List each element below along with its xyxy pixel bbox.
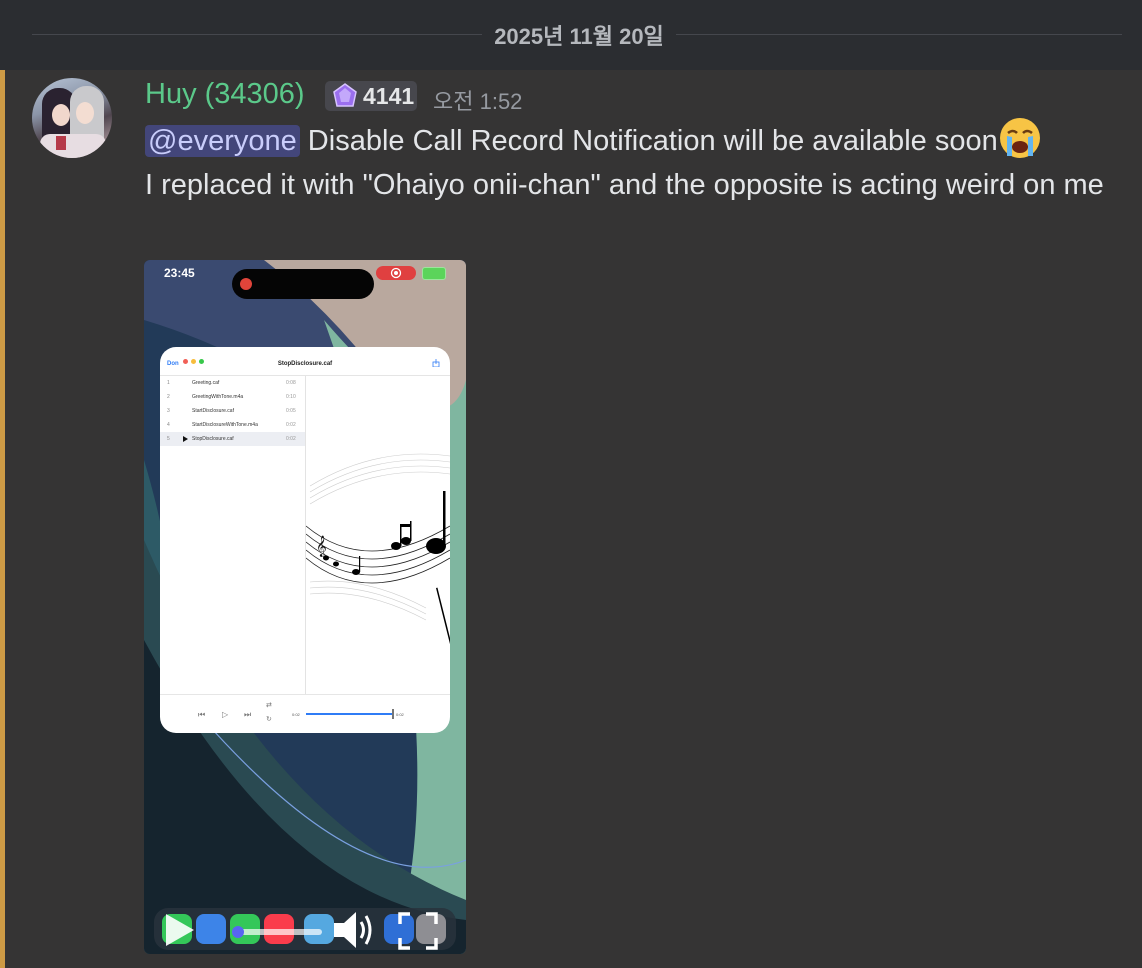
window-titlebar: Don StopDisclosure.caf: [160, 347, 450, 376]
record-icon: [390, 267, 402, 279]
divider-line-left: [32, 34, 482, 35]
svg-text:𝄞: 𝄞: [316, 536, 327, 557]
role-count: 4141: [363, 83, 415, 109]
video-play-icon[interactable]: [158, 910, 198, 950]
safari-app-icon[interactable]: [196, 914, 226, 944]
battery-charging-icon: [422, 267, 446, 280]
message-content: @everyone Disable Call Record Notificati…: [145, 116, 1105, 207]
player-controls: ⏮ ▷ ⏭ ⇄ ↻ 0:02 0:02: [160, 694, 450, 733]
screen-record-indicator: [376, 266, 416, 280]
share-icon[interactable]: [432, 359, 440, 367]
track-row[interactable]: 2 GreetingWithTone.m4a 0:10: [160, 390, 305, 404]
dynamic-island: [232, 269, 374, 299]
message-timestamp[interactable]: 오전 1:52: [433, 84, 522, 116]
date-label: 2025년 11월 20일: [494, 24, 664, 49]
total-time: 0:02: [396, 712, 404, 717]
divider-line-right: [676, 34, 1122, 35]
avatar[interactable]: [32, 78, 112, 158]
date-divider: 2025년 11월 20일: [0, 0, 1142, 70]
elapsed-time: 0:02: [292, 712, 300, 717]
window-title: StopDisclosure.caf: [277, 361, 333, 367]
mention-highlight-bar: [0, 70, 5, 968]
audio-player-window: Don StopDisclosure.caf 1 Greeting.caf 0:…: [160, 347, 450, 733]
track-list: 1 Greeting.caf 0:08 2 GreetingWithTone.m…: [160, 376, 306, 694]
track-row[interactable]: 1 Greeting.caf 0:08: [160, 376, 305, 390]
progress-track[interactable]: [306, 713, 394, 715]
role-badge[interactable]: 4141: [325, 81, 417, 111]
previous-track-icon[interactable]: ⏮: [198, 710, 205, 720]
shuffle-icon[interactable]: ⇄: [266, 701, 272, 709]
loudly-crying-face-icon: [998, 116, 1042, 160]
message-line-2: I replaced it with "Ohaiyo onii-chan" an…: [145, 169, 1104, 201]
record-dot-icon: [240, 278, 252, 290]
volume-icon[interactable]: [330, 908, 376, 952]
next-track-icon[interactable]: ⏭: [244, 710, 251, 720]
video-scrubber[interactable]: [232, 922, 328, 942]
repeat-icon[interactable]: ↻: [266, 715, 272, 723]
purple-gem-icon: [333, 83, 357, 107]
message-item[interactable]: Huy (34306) 4141 오전 1:52 @everyone Disab…: [0, 70, 1142, 968]
track-row-selected[interactable]: 5 StopDisclosure.caf 0:02: [160, 432, 305, 446]
track-row[interactable]: 4 StartDisclosureWithTone.m4a 0:02: [160, 418, 305, 432]
image-attachment[interactable]: 23:45 Don StopDisclosure.caf 1 Greeting.…: [144, 260, 466, 954]
message-line-1: Disable Call Record Notification will be…: [299, 125, 998, 157]
status-time: 23:45: [164, 266, 195, 280]
playing-icon: [183, 436, 188, 442]
music-notes-artwork: 𝄞: [306, 376, 450, 694]
play-icon[interactable]: ▷: [222, 710, 228, 719]
everyone-mention[interactable]: @everyone: [145, 125, 300, 157]
author-name[interactable]: Huy (34306): [145, 78, 305, 111]
fullscreen-icon[interactable]: [396, 910, 440, 952]
progress-knob[interactable]: [392, 709, 394, 719]
track-row[interactable]: 3 StartDisclosure.caf 0:05: [160, 404, 305, 418]
